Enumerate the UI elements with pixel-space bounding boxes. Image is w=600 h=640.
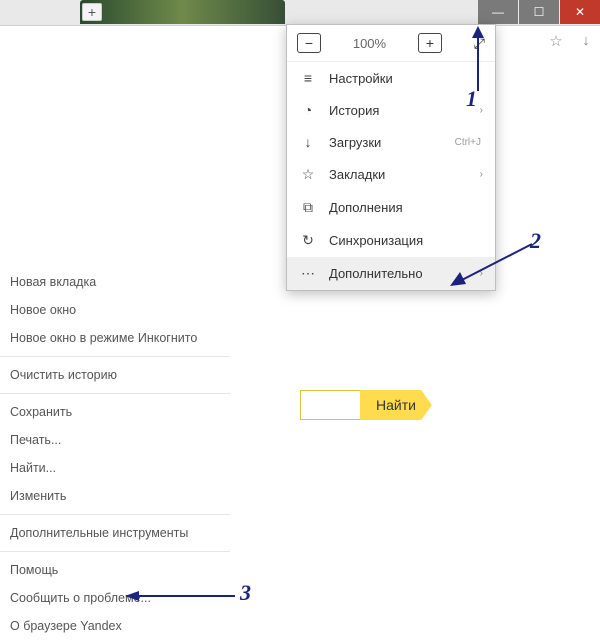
menu-label: История bbox=[329, 103, 379, 118]
download-icon: ↓ bbox=[299, 134, 317, 150]
menu-item-bookmarks[interactable]: ☆ Закладки › bbox=[287, 158, 495, 191]
separator bbox=[0, 551, 230, 552]
annotation-arrow-1 bbox=[470, 26, 490, 96]
submenu-item-print[interactable]: Печать... bbox=[0, 426, 230, 454]
menu-item-addons[interactable]: ⧉ Дополнения bbox=[287, 191, 495, 224]
active-tab[interactable] bbox=[80, 0, 285, 24]
redaction bbox=[510, 172, 580, 196]
menu-label: Загрузки bbox=[329, 135, 381, 150]
submenu-item-extra-tools[interactable]: Дополнительные инструменты bbox=[0, 519, 230, 547]
window-minimize-button[interactable]: — bbox=[478, 0, 518, 24]
submenu-item-about[interactable]: О браузере Yandex bbox=[0, 612, 230, 640]
zoom-level: 100% bbox=[353, 36, 386, 51]
shortcut-text: Ctrl+J bbox=[455, 137, 481, 148]
zoom-in-button[interactable]: + bbox=[418, 33, 442, 53]
separator bbox=[0, 393, 230, 394]
menu-label: Закладки bbox=[329, 167, 385, 182]
window-controls: — ☐ ✕ bbox=[478, 0, 600, 24]
menu-label: Дополнительно bbox=[329, 266, 423, 281]
zoom-out-button[interactable]: − bbox=[297, 33, 321, 53]
menu-item-history[interactable]: ◔ История › bbox=[287, 94, 495, 126]
chevron-right-icon: › bbox=[480, 105, 483, 116]
separator bbox=[0, 514, 230, 515]
separator bbox=[0, 356, 230, 357]
submenu-item-find[interactable]: Найти... bbox=[0, 454, 230, 482]
annotation-3: 3 bbox=[240, 580, 251, 606]
addons-icon: ⧉ bbox=[299, 199, 317, 216]
chevron-right-icon: › bbox=[480, 169, 483, 180]
bookmark-star-icon[interactable]: ☆ bbox=[548, 32, 564, 48]
settings-icon: ≡ bbox=[299, 70, 317, 86]
menu-item-settings[interactable]: ≡ Настройки bbox=[287, 62, 495, 94]
menu-item-downloads[interactable]: ↓ Загрузки Ctrl+J bbox=[287, 126, 495, 158]
sync-icon: ↻ bbox=[299, 232, 317, 249]
search-area: Найти bbox=[300, 390, 432, 420]
window-close-button[interactable]: ✕ bbox=[560, 0, 600, 24]
search-button[interactable]: Найти bbox=[360, 390, 432, 420]
submenu-item-help[interactable]: Помощь bbox=[0, 556, 230, 584]
menu-label: Дополнения bbox=[329, 200, 403, 215]
redaction bbox=[520, 130, 575, 160]
star-icon: ☆ bbox=[299, 166, 317, 183]
search-input[interactable] bbox=[300, 390, 360, 420]
redaction bbox=[520, 58, 580, 84]
annotation-arrow-3 bbox=[125, 590, 240, 602]
history-icon: ◔ bbox=[299, 102, 317, 118]
submenu-item-save[interactable]: Сохранить bbox=[0, 398, 230, 426]
submenu-item-clear-history[interactable]: Очистить историю bbox=[0, 361, 230, 389]
submenu-more: Новая вкладка Новое окно Новое окно в ре… bbox=[0, 268, 230, 640]
menu-label: Настройки bbox=[329, 71, 393, 86]
annotation-arrow-2 bbox=[450, 240, 540, 290]
submenu-item-new-tab[interactable]: Новая вкладка bbox=[0, 268, 230, 296]
submenu-item-incognito[interactable]: Новое окно в режиме Инкогнито bbox=[0, 324, 230, 352]
toolbar-right: ☆ ↓ bbox=[548, 32, 594, 48]
new-tab-button[interactable]: + bbox=[82, 3, 102, 21]
redaction bbox=[510, 96, 580, 120]
submenu-item-new-window[interactable]: Новое окно bbox=[0, 296, 230, 324]
zoom-row: − 100% + ⤢ bbox=[287, 25, 495, 62]
downloads-icon[interactable]: ↓ bbox=[578, 32, 594, 48]
redaction bbox=[507, 208, 572, 230]
menu-label: Синхронизация bbox=[329, 233, 423, 248]
more-icon: ⋯ bbox=[299, 265, 317, 282]
submenu-item-edit[interactable]: Изменить bbox=[0, 482, 230, 510]
window-maximize-button[interactable]: ☐ bbox=[519, 0, 559, 24]
